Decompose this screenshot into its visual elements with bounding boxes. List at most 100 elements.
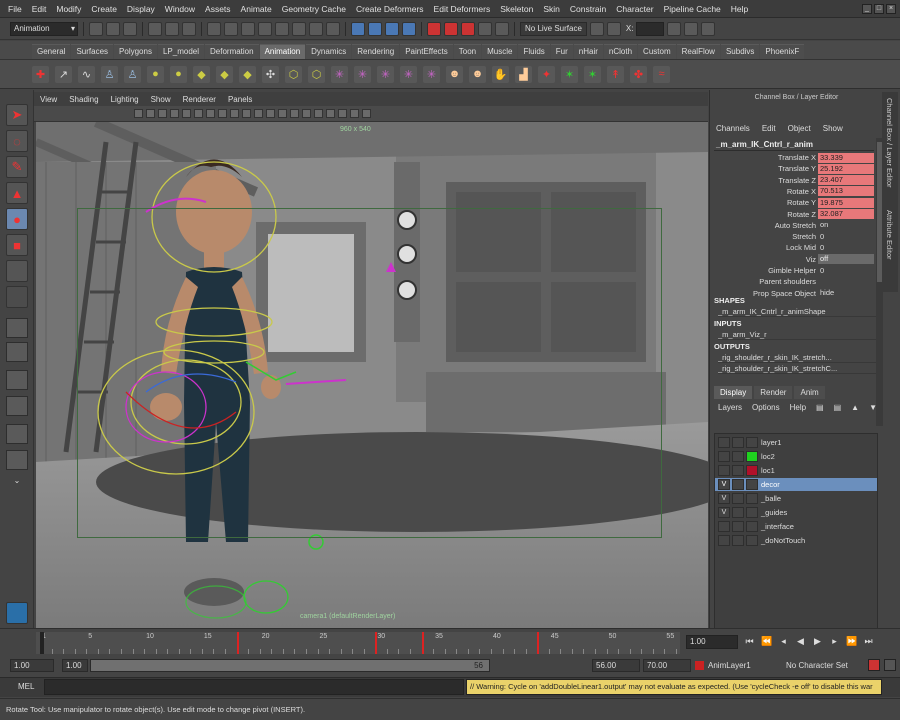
shelf-tab-nhair[interactable]: nHair — [573, 44, 603, 59]
channel-value[interactable]: off — [818, 254, 874, 265]
last-tool-icon[interactable] — [6, 286, 28, 308]
close-icon[interactable]: × — [886, 3, 896, 14]
camera-attributes-icon[interactable] — [146, 109, 155, 118]
channel-value[interactable]: 0 — [818, 232, 874, 242]
resolution-gate-icon[interactable] — [206, 109, 215, 118]
foot-control-icon[interactable]: ▟ — [515, 65, 532, 83]
set-key-icon[interactable]: ✚ — [32, 65, 49, 83]
isolate-select-icon[interactable] — [338, 109, 347, 118]
step-forward-key-icon[interactable]: ⏩ — [846, 636, 857, 647]
channel-box-side-tab[interactable]: Channel Box / Layer Editor — [885, 98, 894, 188]
visibility-toggle[interactable]: V — [718, 479, 730, 490]
viewport-menu-panels[interactable]: Panels — [228, 95, 252, 104]
absolute-transform-icon[interactable] — [606, 21, 621, 36]
menu-animate[interactable]: Animate — [237, 4, 278, 14]
visibility-toggle[interactable]: V — [718, 493, 730, 504]
ik-handle-icon[interactable]: ↗ — [55, 65, 72, 83]
menu-skeleton[interactable]: Skeleton — [496, 4, 539, 14]
save-scene-icon[interactable] — [123, 21, 137, 36]
insert-joint-icon[interactable]: ● — [170, 65, 187, 83]
fields-icon[interactable]: ✶ — [584, 65, 601, 83]
layer-row[interactable]: loc2 — [715, 450, 877, 463]
menu-create-deformers[interactable]: Create Deformers — [352, 4, 430, 14]
shelf-tab-painteffects[interactable]: PaintEffects — [400, 44, 453, 59]
safe-action-icon[interactable] — [242, 109, 251, 118]
skeleton-icon[interactable]: ♙ — [124, 65, 141, 83]
channel-menu-object[interactable]: Object — [788, 124, 811, 133]
shelf-tab-fur[interactable]: Fur — [550, 44, 573, 59]
layout-hypershade-icon[interactable] — [6, 450, 28, 470]
mask-joint-icon[interactable] — [224, 21, 238, 36]
channel-row[interactable]: Auto Stretch on — [714, 220, 874, 231]
playback-toggle[interactable] — [732, 521, 744, 532]
output-node[interactable]: _rig_shoulder_r_skin_IK_stretchC... — [718, 364, 876, 374]
lattice-icon[interactable]: ⬡ — [308, 65, 325, 83]
axis-icon[interactable]: ↟ — [607, 65, 624, 83]
channel-menu-edit[interactable]: Edit — [762, 124, 776, 133]
playback-toggle[interactable] — [732, 451, 744, 462]
orient-joint-icon[interactable]: ◆ — [239, 65, 256, 83]
channel-row[interactable]: Translate Z 23.407 — [714, 175, 874, 186]
channel-value[interactable]: 0 — [818, 266, 874, 276]
menu-window[interactable]: Window — [161, 4, 201, 14]
select-object-icon[interactable] — [165, 21, 179, 36]
grid-icon[interactable] — [182, 109, 191, 118]
channel-value[interactable]: 33.339 — [818, 152, 874, 163]
shelf-tab-fluids[interactable]: Fluids — [518, 44, 550, 59]
keyframe-marker[interactable] — [375, 632, 378, 654]
x-input-field[interactable] — [636, 21, 665, 36]
snap-grid-icon[interactable] — [351, 21, 365, 36]
pole-vector-icon[interactable]: ✳ — [423, 65, 440, 83]
channel-row[interactable]: Rotate X 70.513 — [714, 186, 874, 197]
selected-node-name[interactable]: _m_arm_IK_Cntrl_r_anim — [714, 140, 874, 151]
channel-value[interactable]: 0 — [818, 243, 874, 253]
layer-row[interactable]: _doNotTouch — [715, 534, 877, 547]
layout-single-icon[interactable] — [6, 318, 28, 338]
channel-value[interactable]: on — [818, 220, 874, 230]
layer-menu-options[interactable]: Options — [752, 403, 780, 412]
keyframe-marker[interactable] — [537, 632, 540, 654]
transform-mode-icon[interactable] — [589, 21, 604, 36]
select-hierarchy-icon[interactable] — [148, 21, 162, 36]
character-set-dropdown[interactable]: No Character Set — [786, 659, 866, 672]
history-icon[interactable] — [427, 21, 441, 36]
playback-toggle[interactable] — [732, 437, 744, 448]
menu-skin[interactable]: Skin — [539, 4, 566, 14]
camera-select-icon[interactable] — [134, 109, 143, 118]
viewport-menu-shading[interactable]: Shading — [69, 95, 98, 104]
point-constraint-icon[interactable]: ✳ — [331, 65, 348, 83]
menu-pipeline-cache[interactable]: Pipeline Cache — [660, 4, 727, 14]
new-scene-icon[interactable] — [89, 21, 103, 36]
layer-row[interactable]: layer1 — [715, 436, 877, 449]
textured-icon[interactable] — [302, 109, 311, 118]
select-component-icon[interactable] — [182, 21, 196, 36]
channel-row[interactable]: Rotate Y 19.875 — [714, 197, 874, 208]
viewport-menu-view[interactable]: View — [40, 95, 57, 104]
go-to-start-icon[interactable]: ⏮ — [744, 636, 755, 647]
menu-constrain[interactable]: Constrain — [566, 4, 612, 14]
shelf-tab-dynamics[interactable]: Dynamics — [306, 44, 352, 59]
lights-icon[interactable] — [314, 109, 323, 118]
bookmark-icon[interactable] — [158, 109, 167, 118]
mask-curve-icon[interactable] — [241, 21, 255, 36]
keyframe-marker[interactable] — [236, 632, 239, 654]
live-surface-label[interactable]: No Live Surface — [520, 21, 587, 36]
shelf-tab-subdivs[interactable]: Subdivs — [720, 44, 760, 59]
snap-plane-icon[interactable] — [402, 21, 416, 36]
channel-value[interactable]: hide — [818, 288, 874, 298]
channel-value[interactable]: 23.407 — [818, 175, 874, 186]
new-layer-selected-icon[interactable]: ▤ — [834, 403, 842, 412]
reroot-icon[interactable]: ◆ — [193, 65, 210, 83]
layer-tab-render[interactable]: Render — [754, 386, 793, 399]
channel-row[interactable]: Gimble Helper 0 — [714, 265, 874, 276]
input-node[interactable]: _m_arm_Viz_r — [718, 330, 876, 340]
shape-node[interactable]: _m_arm_IK_Cntrl_r_animShape — [718, 307, 876, 317]
show-attribute-editor-icon[interactable] — [684, 21, 699, 36]
menu-modify[interactable]: Modify — [52, 4, 87, 14]
layout-graph-icon[interactable] — [6, 396, 28, 416]
anim-layer-dropdown[interactable]: AnimLayer1 — [695, 659, 775, 672]
scale-tool-icon[interactable]: ■ — [6, 234, 28, 256]
field-chart-icon[interactable] — [230, 109, 239, 118]
start-range-field[interactable]: 1.00 — [62, 659, 88, 672]
layout-more-icon[interactable]: ⌄ — [6, 476, 28, 486]
